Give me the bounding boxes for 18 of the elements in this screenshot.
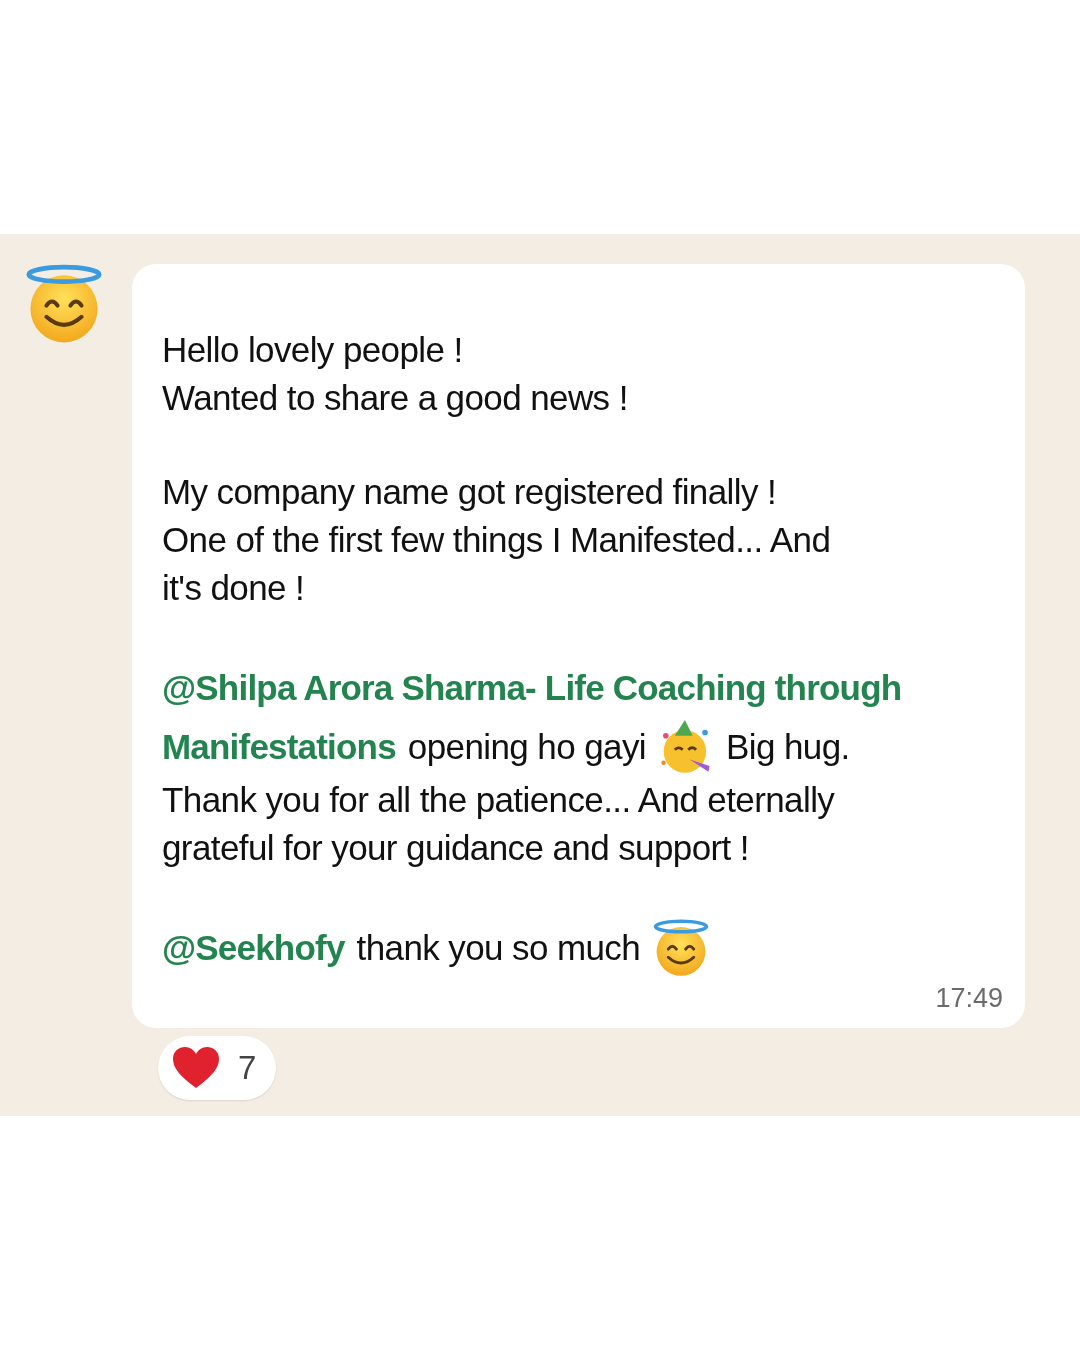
smiling-face-with-halo-icon: [652, 918, 711, 977]
heart-icon: [172, 1046, 220, 1090]
message-text: it's done !: [162, 568, 305, 608]
message-text: Hello lovely people !: [162, 330, 463, 370]
message-text: grateful for your guidance and support !: [162, 828, 749, 868]
mention-link[interactable]: Manifestations: [162, 726, 396, 767]
mention-link[interactable]: @Seekhofy: [162, 927, 345, 968]
reaction-badge[interactable]: 7: [158, 1036, 277, 1100]
message-text: Wanted to share a good news !: [162, 378, 628, 418]
message-text: One of the first few things I Manifested... And: [162, 520, 831, 560]
message-text: opening ho gayi: [407, 726, 646, 767]
halo-face-avatar-icon: [24, 264, 104, 344]
message-text: Big hug.: [726, 726, 850, 767]
message-text: thank you so much: [356, 927, 641, 968]
message-text: Thank you for all the patience... And eternally: [162, 780, 835, 820]
message-time: 17:49: [935, 983, 1003, 1014]
message-text: My company name got registered finally !: [162, 472, 777, 512]
mention-link[interactable]: @Shilpa Arora Sharma- Life Coaching through: [162, 667, 902, 708]
